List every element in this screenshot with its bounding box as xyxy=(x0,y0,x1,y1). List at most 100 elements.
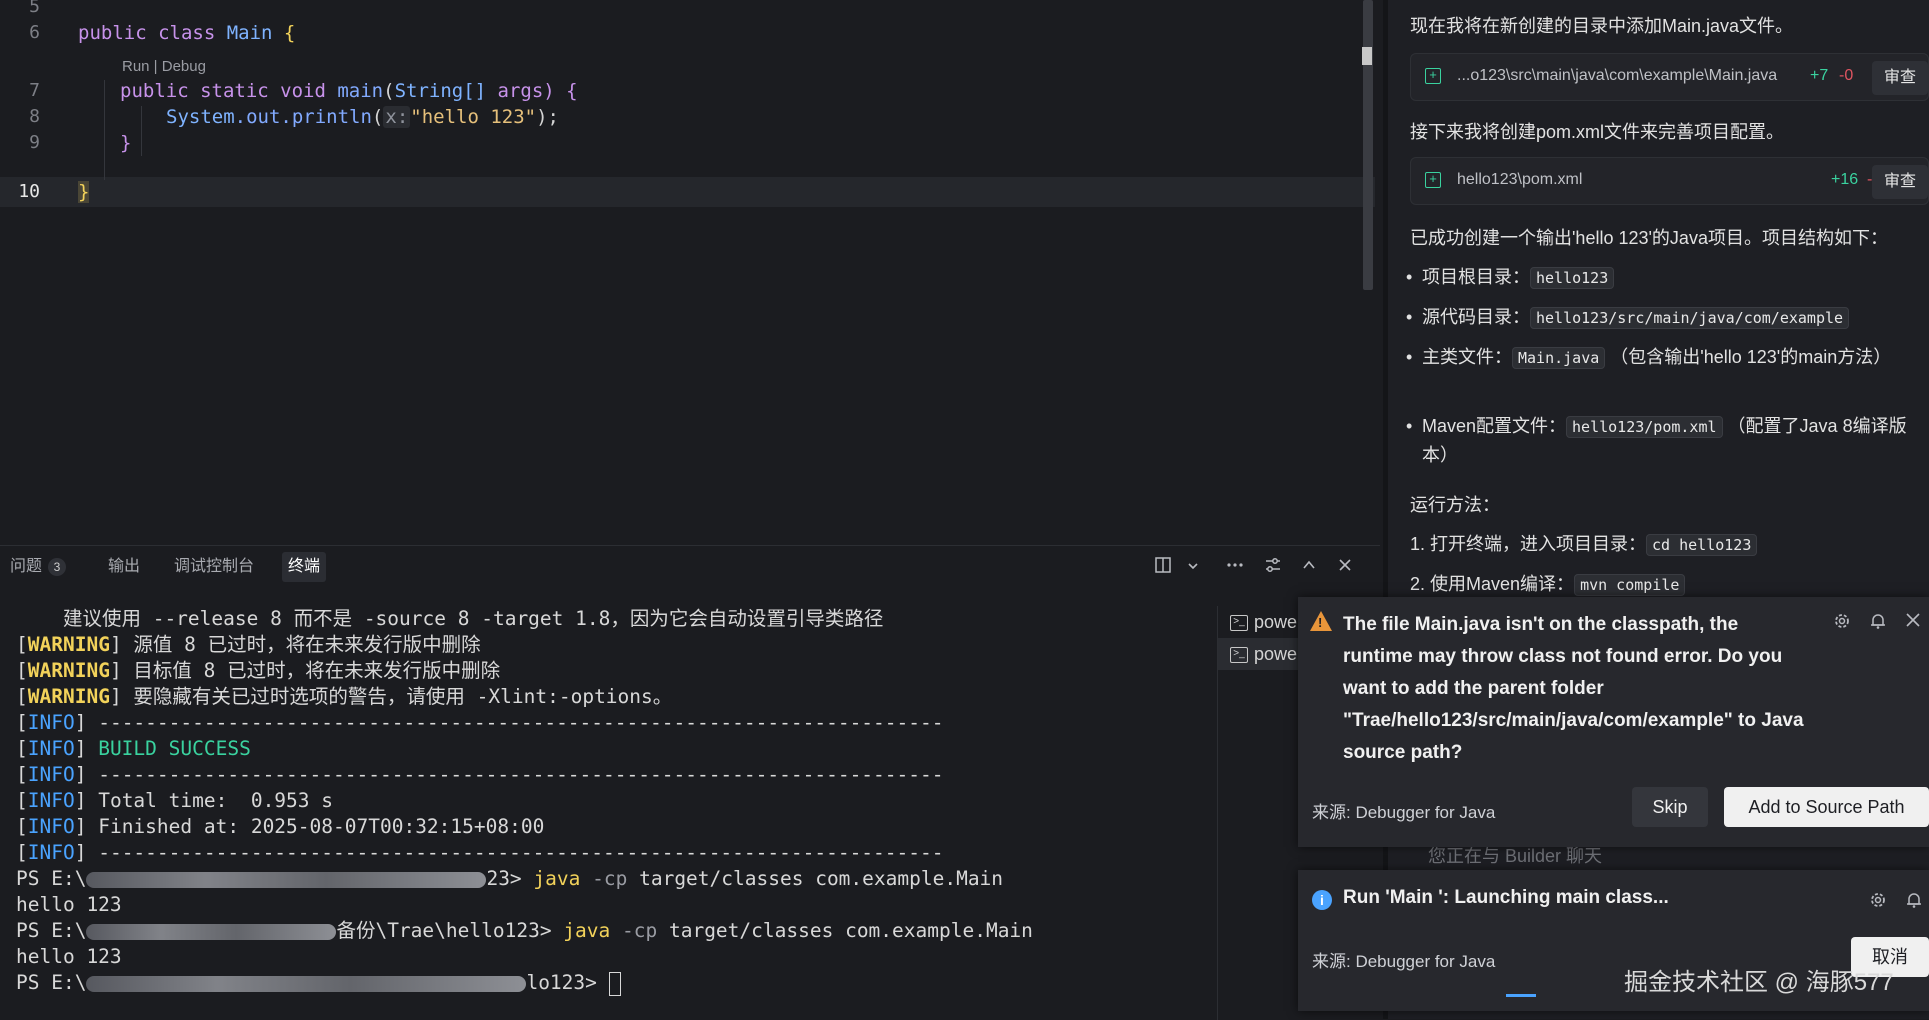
field-access: .out. xyxy=(234,106,292,128)
panel-tabs: 问题 3 输出 调试控制台 终端 xyxy=(0,546,1380,582)
line-number: 6 xyxy=(29,22,40,43)
terminal-line: [INFO] ---------------------------------… xyxy=(16,763,944,786)
file-added-icon: + xyxy=(1425,172,1441,188)
notification-message: Run 'Main ': Launching main class... xyxy=(1343,887,1669,908)
redacted-path xyxy=(86,871,487,888)
tab-label: 终端 xyxy=(288,558,321,575)
bell-icon[interactable] xyxy=(1868,611,1888,636)
terminal-line: hello 123 xyxy=(16,945,122,968)
terminal-icon: >_ xyxy=(1230,647,1248,664)
terminal-line: hello 123 xyxy=(16,893,122,916)
bell-icon[interactable] xyxy=(1904,890,1924,915)
tab-label: 输出 xyxy=(108,558,141,575)
tab-label: 调试控制台 xyxy=(174,558,255,575)
type-name: String[] xyxy=(394,80,487,102)
bottom-panel: 问题 3 输出 调试控制台 终端 建议使用 --release 8 而不是 -so… xyxy=(0,545,1380,1020)
notification-source: 来源: Debugger for Java xyxy=(1312,952,1496,971)
string-literal: "hello 123" xyxy=(410,106,537,128)
tab-problems[interactable]: 问题 3 xyxy=(4,552,72,582)
chevron-up-icon[interactable] xyxy=(1298,556,1320,578)
settings-icon[interactable] xyxy=(1262,556,1284,578)
terminal-line: 建议使用 --release 8 而不是 -source 8 -target 1… xyxy=(16,607,884,630)
inline-code: cd hello123 xyxy=(1646,534,1758,556)
terminal-line: [INFO] ---------------------------------… xyxy=(16,711,944,734)
keyword: public class xyxy=(78,22,227,44)
inlay-hint: x: xyxy=(383,106,411,128)
brace: { xyxy=(272,22,296,44)
terminal-line: [WARNING] 源值 8 已过时，将在未来发行版中删除 xyxy=(16,633,481,656)
paren: ( xyxy=(371,106,384,128)
inline-code: Main.java xyxy=(1512,347,1606,369)
add-to-source-path-button[interactable]: Add to Source Path xyxy=(1724,787,1929,827)
lines-added: +16 xyxy=(1831,171,1859,188)
step-item: 1. 打开终端，进入项目目录： cd hello123 xyxy=(1410,530,1758,556)
terminal-line: [INFO] Total time: 0.953 s xyxy=(16,789,334,812)
classpath-warning-notification: ! The file Main.java isn't on the classp… xyxy=(1298,597,1929,847)
brace: } xyxy=(78,181,90,203)
paren: ); xyxy=(536,106,559,128)
paren: ( xyxy=(383,80,395,102)
chat-paragraph: 已成功创建一个输出'hello 123'的Java项目。项目结构如下： xyxy=(1410,228,1888,248)
file-path: hello123\pom.xml xyxy=(1457,171,1583,188)
chat-paragraph: 现在我将在新创建的目录中添加Main.java文件。 xyxy=(1410,16,1794,36)
progress-indicator xyxy=(1506,994,1536,997)
terminal-cursor xyxy=(608,971,621,996)
section-title: 运行方法： xyxy=(1410,495,1500,515)
file-added-icon: + xyxy=(1425,68,1441,84)
list-item: 主类文件：Main.java （包含输出'hello 123'的main方法） xyxy=(1406,343,1927,372)
warning-icon: ! xyxy=(1310,611,1332,631)
params: args) { xyxy=(486,80,578,102)
problems-count-badge: 3 xyxy=(48,557,67,576)
info-icon: i xyxy=(1312,890,1332,910)
list-item: 源代码目录：hello123/src/main/java/com/example xyxy=(1406,303,1927,332)
watermark: 掘金技术社区 @ 海豚577 xyxy=(1624,969,1894,996)
gear-icon[interactable] xyxy=(1832,611,1852,636)
code-editor[interactable]: 5 6 public class Main { Run | Debug 7 pu… xyxy=(0,0,1380,536)
code-line-6: 6 public class Main { xyxy=(0,18,1375,48)
chevron-down-icon[interactable] xyxy=(1182,556,1204,578)
skip-button[interactable]: Skip xyxy=(1632,787,1708,827)
more-icon[interactable] xyxy=(1224,556,1246,578)
terminal-output[interactable]: 建议使用 --release 8 而不是 -source 8 -target 1… xyxy=(0,606,1215,1020)
tab-label: 问题 xyxy=(10,558,43,575)
inline-code: mvn compile xyxy=(1574,574,1686,596)
lines-removed: -0 xyxy=(1839,67,1854,84)
list-item: Maven配置文件：hello123/pom.xml （配置了Java 8编译版… xyxy=(1406,412,1927,469)
terminal-line: [WARNING] 目标值 8 已过时，将在未来发行版中删除 xyxy=(16,659,501,682)
lines-added: +7 xyxy=(1810,67,1829,84)
file-change-card[interactable]: + hello123\pom.xml +16 -0 审查 xyxy=(1410,157,1929,205)
editor-scrollbar[interactable] xyxy=(1363,0,1373,290)
review-button[interactable]: 审查 xyxy=(1872,61,1928,95)
tab-terminal[interactable]: 终端 xyxy=(282,552,327,582)
line-number: 10 xyxy=(18,181,40,202)
redacted-path xyxy=(86,923,337,940)
tab-output[interactable]: 输出 xyxy=(102,552,146,582)
chat-paragraph: 接下来我将创建pom.xml文件来完善项目配置。 xyxy=(1410,122,1785,142)
redacted-path xyxy=(86,975,527,992)
inline-code: hello123/src/main/java/com/example xyxy=(1530,307,1850,329)
class-name: Main xyxy=(226,22,273,44)
code-line-10: 10 } xyxy=(0,177,1375,207)
review-button[interactable]: 审查 xyxy=(1872,165,1928,199)
system-class: System xyxy=(166,106,235,128)
terminal-prompt: PS E:\ lo123> xyxy=(0,970,1215,996)
notification-source: 来源: Debugger for Java xyxy=(1312,803,1496,822)
codelens-run-debug[interactable]: Run | Debug xyxy=(122,58,206,75)
terminal-line: [INFO] BUILD SUCCESS xyxy=(16,737,251,760)
method-name: main xyxy=(337,80,384,102)
terminal-prompt: PS E:\ 备份\Trae\hello123> java -cp target/… xyxy=(16,919,1033,942)
terminal-line: [INFO] ---------------------------------… xyxy=(16,841,944,864)
tab-debug-console[interactable]: 调试控制台 xyxy=(168,552,260,582)
close-icon[interactable] xyxy=(1904,611,1922,634)
list-item: 项目根目录：hello123 xyxy=(1406,263,1927,292)
split-icon[interactable] xyxy=(1152,556,1174,578)
close-icon[interactable] xyxy=(1334,556,1356,578)
inline-code: hello123 xyxy=(1530,267,1615,289)
keyword: public static void xyxy=(120,80,338,102)
file-change-card[interactable]: + ...o123\src\main\java\com\example\Main… xyxy=(1410,53,1929,101)
terminal-line: [WARNING] 要隐藏有关已过时选项的警告，请使用 -Xlint:-opti… xyxy=(16,685,673,708)
line-number: 9 xyxy=(29,132,40,153)
terminal-line: [INFO] Finished at: 2025-08-07T00:32:15+… xyxy=(16,815,545,838)
gear-icon[interactable] xyxy=(1868,890,1888,915)
file-path: ...o123\src\main\java\com\example\Main.j… xyxy=(1457,67,1778,84)
